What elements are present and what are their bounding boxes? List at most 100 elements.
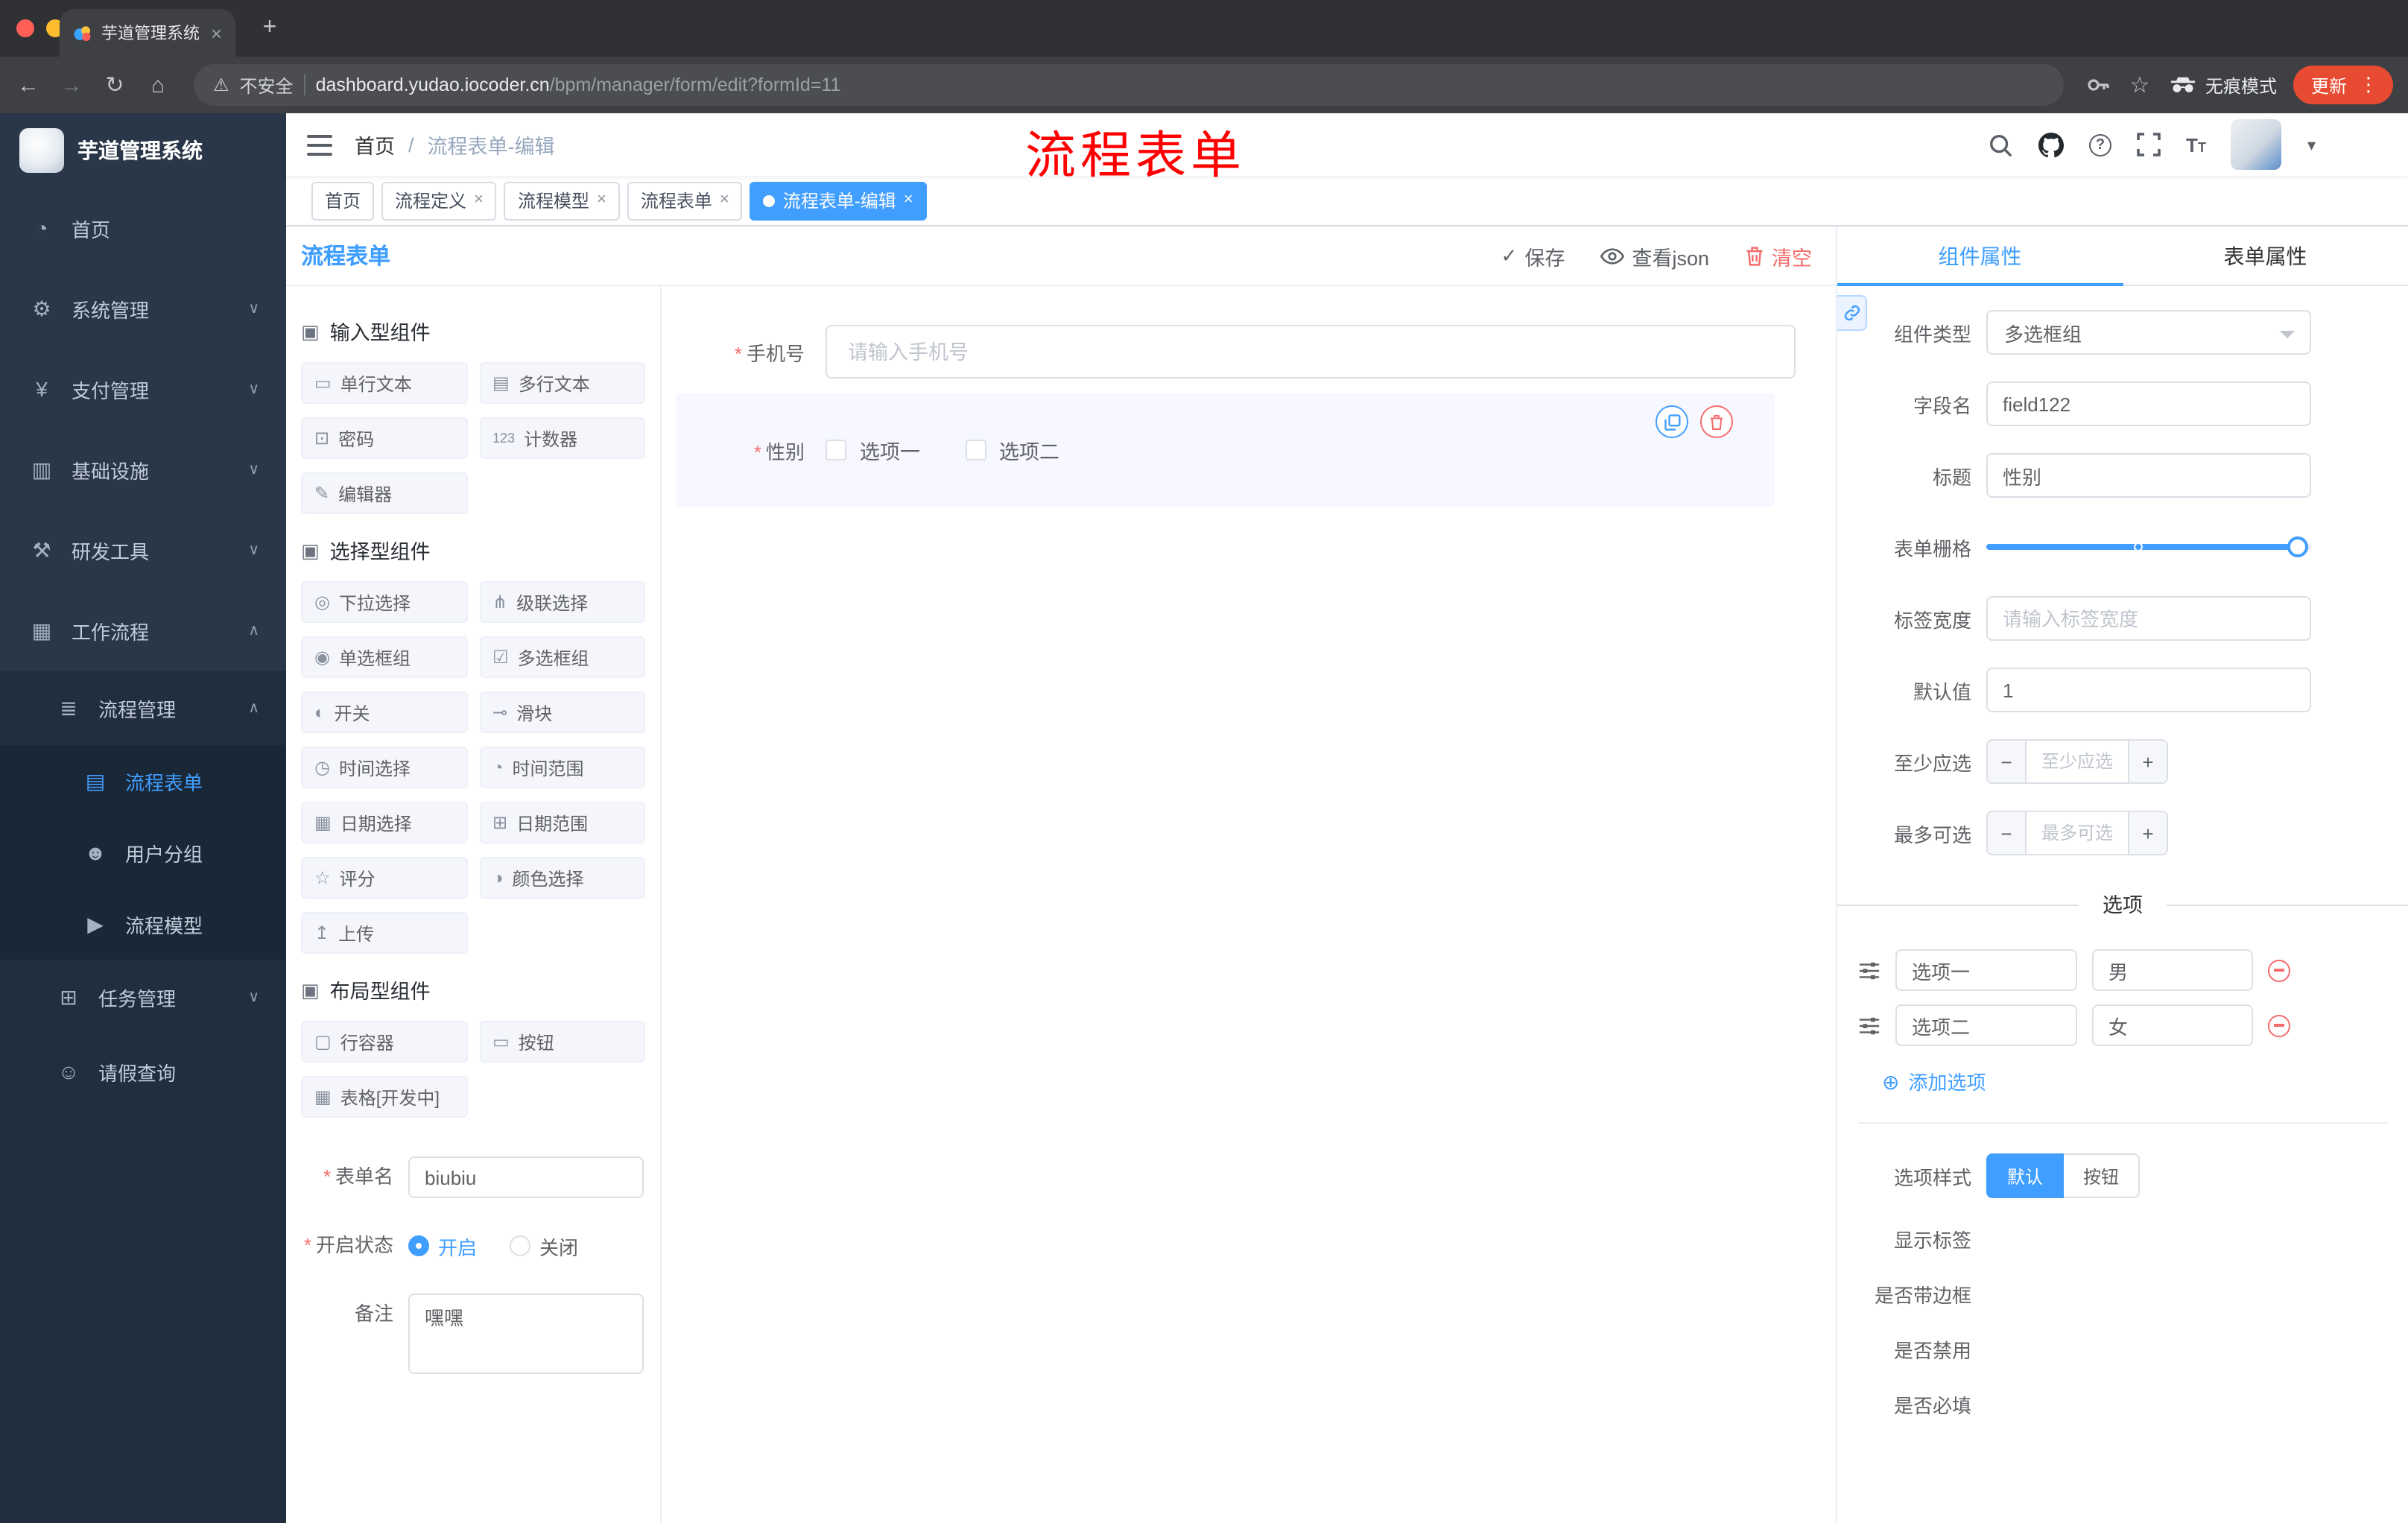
password-key-icon[interactable] [2086,73,2110,97]
max-select-input[interactable] [2027,812,2128,854]
canvas-item-gender[interactable]: 性别 选项一 选项二 [677,393,1775,507]
palette-item-date-picker[interactable]: ▦ 日期选择 [301,802,467,843]
github-icon[interactable] [2038,132,2065,157]
forward-icon[interactable]: → [58,74,85,96]
avatar[interactable] [2231,119,2282,170]
slider-handle[interactable] [2287,536,2309,557]
palette-item-counter[interactable]: 123 计数器 [479,417,645,459]
hamburger-icon[interactable] [307,133,332,156]
canvas-item-phone[interactable]: 手机号 [662,325,1796,379]
tag-process-form-edit[interactable]: 流程表单-编辑 × [750,181,927,220]
remove-option-icon[interactable] [2268,1014,2290,1036]
tag-process-form[interactable]: 流程表单 × [627,181,743,220]
add-option-button[interactable]: ⊕ 添加选项 [1837,1067,2408,1095]
sidebar-item-payment-management[interactable]: ¥ 支付管理 ∨ [0,349,286,429]
gender-option1-checkbox[interactable]: 选项一 [826,435,920,465]
palette-item-time-picker[interactable]: ◷ 时间选择 [301,747,467,788]
fullscreen-icon[interactable] [2137,133,2161,156]
close-icon[interactable]: × [904,191,913,209]
option-value-input[interactable] [2092,949,2253,991]
save-button[interactable]: ✓ 保存 [1501,241,1565,270]
tag-process-definition[interactable]: 流程定义 × [381,181,497,220]
style-default-button[interactable]: 默认 [1986,1153,2065,1198]
sidebar-item-devtools[interactable]: ⚒ 研发工具 ∨ [0,510,286,590]
back-icon[interactable]: ← [15,74,42,96]
status-off-radio[interactable]: 关闭 [510,1225,578,1267]
palette-item-row-container[interactable]: ▢ 行容器 [301,1021,467,1063]
tab-close-icon[interactable]: × [211,23,222,42]
new-tab-button[interactable]: + [253,12,286,45]
palette-item-table[interactable]: ▦ 表格[开发中] [301,1076,467,1118]
minus-button[interactable]: − [1988,812,2027,854]
sidebar-item-workflow[interactable]: ▦ 工作流程 ∧ [0,590,286,671]
option-label-input[interactable] [1895,949,2077,991]
delete-component-button[interactable] [1700,405,1733,438]
update-button[interactable]: 更新 ⋮ [2293,66,2393,104]
palette-item-slider[interactable]: ⊸ 滑块 [479,691,645,733]
sidebar-item-leave-query[interactable]: ☺ 请假查询 [0,1034,286,1109]
tag-home[interactable]: 首页 [311,181,375,220]
palette-item-upload[interactable]: ↥ 上传 [301,912,467,954]
phone-input[interactable] [826,325,1796,379]
copy-component-button[interactable] [1656,405,1688,438]
help-icon[interactable]: ? [2089,133,2112,156]
close-icon[interactable]: × [474,191,484,209]
remark-textarea[interactable]: 嘿嘿 [408,1294,644,1374]
bookmark-star-icon[interactable]: ☆ [2126,74,2153,96]
min-select-input[interactable] [2027,741,2128,782]
title-input[interactable] [1986,453,2311,498]
palette-item-cascader[interactable]: ⋔ 级联选择 [479,581,645,623]
close-icon[interactable]: × [720,191,729,209]
remove-option-icon[interactable] [2268,959,2290,981]
reload-icon[interactable]: ↻ [101,74,128,96]
minus-button[interactable]: − [1988,741,2027,782]
status-on-radio[interactable]: 开启 [408,1225,477,1267]
sidebar-item-process-form[interactable]: ▤ 流程表单 [0,745,286,817]
caret-down-icon[interactable]: ▾ [2307,135,2316,154]
sidebar-item-process-model[interactable]: ▶ 流程模型 [0,888,286,960]
browser-menu-icon[interactable]: ⋮ [2350,73,2387,97]
plus-button[interactable]: + [2128,741,2167,782]
style-button-button[interactable]: 按钮 [2064,1153,2141,1198]
grid-slider[interactable] [1986,525,2311,569]
palette-item-color-picker[interactable]: ◑ 颜色选择 [479,857,645,899]
sidebar-item-task-management[interactable]: ⊞ 任务管理 ∨ [0,960,286,1034]
palette-item-time-range[interactable]: ◔ 时间范围 [479,747,645,788]
palette-item-multi-line-text[interactable]: ▤ 多行文本 [479,362,645,404]
option-label-input[interactable] [1895,1004,2077,1046]
palette-item-switch[interactable]: ◐ 开关 [301,691,467,733]
sidebar-item-system-management[interactable]: ⚙ 系统管理 ∨ [0,268,286,349]
palette-item-password[interactable]: ⊡ 密码 [301,417,467,459]
address-bar[interactable]: ⚠ 不安全 dashboard.yudao.iocoder.cn/bpm/man… [194,64,2064,106]
palette-item-checkbox-group[interactable]: ☑ 多选框组 [479,636,645,678]
field-name-input[interactable] [1986,381,2311,426]
browser-tab[interactable]: 芋道管理系统 × [60,9,235,57]
home-icon[interactable]: ⌂ [145,74,171,96]
view-json-button[interactable]: 查看json [1600,241,1709,270]
sidebar-item-home[interactable]: ◔ 首页 [0,188,286,268]
palette-item-select[interactable]: ◎ 下拉选择 [301,581,467,623]
palette-item-button[interactable]: ▭ 按钮 [479,1021,645,1063]
app-logo[interactable]: 芋道管理系统 [0,113,286,188]
palette-item-date-range[interactable]: ⊞ 日期范围 [479,802,645,843]
tab-component-props[interactable]: 组件属性 [1837,227,2123,286]
form-name-input[interactable] [408,1156,644,1198]
drag-handle-icon[interactable] [1858,959,1881,981]
gender-option2-checkbox[interactable]: 选项二 [965,435,1059,465]
palette-item-radio-group[interactable]: ◉ 单选框组 [301,636,467,678]
sidebar-item-process-management[interactable]: ≣ 流程管理 ∧ [0,671,286,745]
tag-process-model[interactable]: 流程模型 × [504,181,620,220]
palette-item-rate[interactable]: ☆ 评分 [301,857,467,899]
sidebar-item-user-group[interactable]: ☻ 用户分组 [0,817,286,888]
sidebar-item-infrastructure[interactable]: ▥ 基础设施 ∨ [0,429,286,510]
label-width-input[interactable] [1986,596,2311,641]
search-icon[interactable] [1988,132,2013,157]
clear-button[interactable]: 清空 [1745,241,1812,270]
palette-item-single-line-text[interactable]: ▭ 单行文本 [301,362,467,404]
font-size-icon[interactable]: TT [2186,135,2206,154]
close-icon[interactable]: × [597,191,606,209]
plus-button[interactable]: + [2128,812,2167,854]
component-type-select[interactable]: 多选框组 [1986,310,2311,355]
default-value-input[interactable] [1986,668,2311,712]
window-close-button[interactable] [16,19,34,37]
